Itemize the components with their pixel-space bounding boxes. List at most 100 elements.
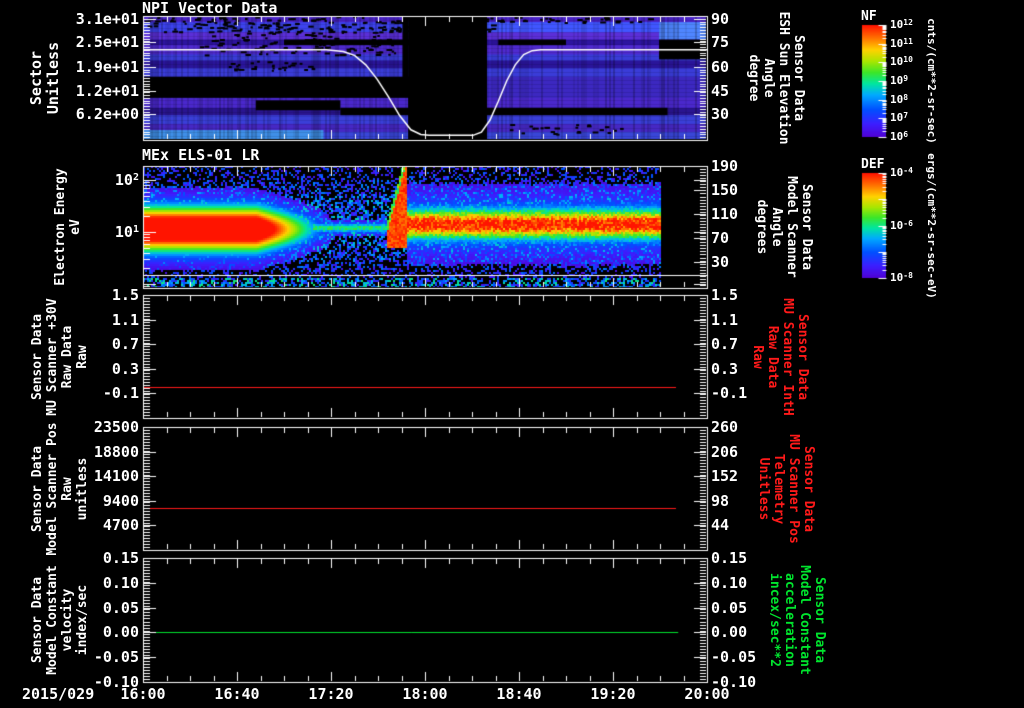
panel4-left-axis-title-line-1: Model Scanner Pos [45,421,60,556]
panel5-right-axis-title-text: Sensor Data Model Constant acceleration inc… [767,565,827,675]
colorbar-nf-tick-6-base: 10 [890,130,904,143]
panel3-left-tick-0: 1.5 [111,286,139,304]
colorbar-nf-tick-0: 1012 [890,18,913,32]
colorbar-nf-tick-6-exp: 6 [903,130,909,139]
panel1-left-axis-title-line-0: Sector [27,50,45,106]
panel2-left-tick-1: 101 [115,224,139,243]
panel2-title: MEx ELS-01 LR [142,146,260,164]
panel3-right-tick-4: -0.1 [711,384,748,402]
panel2-right-tick-1: 150 [711,181,739,199]
panel1-left-tick-3: 1.2e+01 [75,82,139,100]
panel1-right-axis-title-line-0: Sensor Data [791,34,806,122]
panel2-right-tick-3: 70 [711,229,730,247]
panel1-right-tick-0: 90 [711,10,730,28]
panel3-left-axis-title-line-2: Raw Data [60,325,75,388]
colorbar-nf-units-text: cnts/(cm**2-sr-sec) [925,18,938,144]
x-axis-tick-label-18:40: 18:40 [496,685,542,703]
panel3-right-tick-0: 1.5 [711,286,739,304]
panel2-left-tick-0-base: 10 [114,171,133,189]
panel5-left-axis-title-text: Sensor Data Model Constant velocity index/s… [30,565,90,675]
panel3-right-axis-title-line-0: Sensor Data [795,313,810,400]
panel5-right-tick-0: 0.15 [711,549,748,567]
panel4-right-axis-title-line-0: Sensor Data [801,445,816,532]
colorbar-def-title: DEF [861,157,885,172]
colorbar-nf-tick-0-exp: 12 [903,18,913,27]
colorbar-nf-tick-6: 106 [890,130,909,144]
colorbar-nf-tick-1-base: 10 [890,37,904,50]
panel3-left-axis-title-text: Sensor Data MU Scanner +30V Raw Data Raw [30,298,90,415]
panel4-right-tick-0: 260 [711,418,739,436]
panel3-left-axis-title-line-0: Sensor Data [30,313,45,400]
x-axis-date-label: 2015/029 [22,685,95,703]
panel4-left-tick-0: 23500 [93,418,139,436]
panel4-left-tick-4: 4700 [102,516,139,534]
panel1-right-tick-2: 60 [711,58,730,76]
panel5-left-axis-title-line-2: velocity [60,588,75,652]
panel2-right-axis-title-line-0: Sensor Data [799,183,814,271]
panel1-right-axis-title-line-1: ESH Sun Elevation [776,11,791,145]
tplot-window: NPI Vector Data MEx ELS-01 LR 2015/029 N… [0,0,1024,708]
panel4-left-axis-title-line-0: Sensor Data [30,445,45,532]
colorbar-nf-tick-2: 1010 [890,55,913,69]
panel5-left-tick-4: -0.05 [93,648,139,666]
colorbar-nf-tick-2-exp: 10 [903,55,913,64]
panel4-right-tick-3: 98 [711,492,730,510]
colorbar-nf-units-line-0: cnts/(cm**2-sr-sec) [925,18,938,144]
colorbar-nf-tick-5-base: 10 [890,111,904,124]
panel5-left-tick-3: 0.00 [102,623,139,641]
panel2-left-axis-title-text: Electron Energy eV [53,168,83,285]
panel1-left-tick-1: 2.5e+01 [75,33,139,51]
colorbar-def-units-line-0: ergs/(cm**2-sr-sec-eV) [925,152,938,299]
panel1-right-tick-1: 75 [711,33,730,51]
colorbar-nf-tick-1-exp: 11 [903,37,913,46]
x-axis-tick-label-19:20: 19:20 [590,685,636,703]
panel1-left-axis-title-text: Sector Unitless [27,41,62,115]
panel3-left-axis-title-line-3: Raw [75,344,90,369]
colorbar-def-tick-2-exp: -8 [903,271,913,280]
panel3-left-tick-4: -0.1 [102,384,139,402]
panel5-right-tick-2: 0.05 [711,599,748,617]
panel2-right-tick-0: 190 [711,157,739,175]
colorbar-def-tick-0-exp: -4 [903,166,913,175]
panel4-left-axis-title-text: Sensor Data Model Scanner Pos Raw unitless [30,422,90,555]
panel1-right-axis-title-line-3: degree [746,54,761,102]
x-axis-tick-label-16:40: 16:40 [214,685,260,703]
panel2-left-tick-0: 102 [115,172,139,191]
panel5-left-tick-2: 0.05 [102,599,139,617]
colorbar-nf-tick-3: 109 [890,74,908,88]
panel4-right-tick-1: 206 [711,443,739,461]
panel5-left-tick-5: -0.10 [93,673,139,691]
panel1-right-axis-title-line-2: Angle [761,58,776,98]
panel3-right-axis-title-text: Sensor Data MU Scanner IntH Raw Data Raw [750,298,810,415]
panel3-right-tick-1: 1.1 [711,311,739,329]
panel4-left-tick-1: 18800 [93,443,139,461]
colorbar-nf-tick-5: 107 [890,111,908,125]
panel2-right-axis-title-line-3: degrees [754,199,769,255]
panel2-left-tick-0-exp: 2 [132,172,139,183]
panel3-right-axis-title-line-1: MU Scanner IntH [780,297,795,416]
colorbar-nf-tick-1: 1011 [890,37,913,51]
panel4-left-tick-2: 14100 [93,467,139,485]
panel1-left-axis-title-line-1: Unitless [44,41,62,115]
panel4-right-axis-title-line-1: MU Scanner Pos [786,433,801,544]
panel1-right-tick-3: 45 [711,82,730,100]
panel4-left-axis-title-line-3: unitless [75,457,90,520]
panel4-right-axis-title-text: Sensor Data MU Scanner Pos Telemetry Unitle… [756,434,816,544]
colorbar-nf-tick-4-exp: 8 [903,93,909,102]
panel1-right-axis-title-text: Sensor Data ESH Sun Elevation Angle degree [746,11,806,144]
panel3-left-tick-1: 1.1 [111,311,139,329]
x-axis-tick-label-17:20: 17:20 [308,685,354,703]
panel5-left-axis-title-line-1: Model Constant [45,565,60,675]
panel2-right-axis-title-line-2: Angle [769,207,784,247]
colorbar-def-tick-0-base: 10 [890,166,904,179]
panel3-left-tick-3: 0.3 [111,360,139,378]
panel4-left-axis-title-line-2: Raw [60,476,75,501]
panel5-left-axis-title-line-0: Sensor Data [30,576,45,664]
colorbar-def-tick-2: 10-8 [890,271,913,285]
panel3-left-tick-2: 0.7 [111,335,139,353]
panel5-right-axis-title-line-2: acceleration [782,573,797,667]
panel1-left-tick-0: 3.1e+01 [75,10,139,28]
colorbar-nf-title: NF [861,9,877,24]
panel4-right-tick-4: 44 [711,516,730,534]
panel5-right-tick-5: -0.10 [711,673,757,691]
